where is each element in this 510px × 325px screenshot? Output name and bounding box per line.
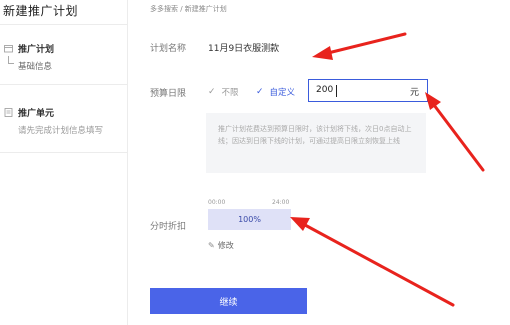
budget-unlimited-option[interactable]: ✓ 不限 bbox=[208, 86, 239, 98]
main-content: 多多搜索 / 新建推广计划 计划名称 11月9日衣服测款 预算日限 ✓ 不限 ✓… bbox=[128, 0, 510, 325]
budget-hint-text: 推广计划花费达到预算日限时，该计划将下线，次日0点自动上线；因达到日限下线的计划… bbox=[218, 125, 412, 145]
budget-input[interactable]: 200 元 bbox=[308, 79, 428, 102]
budget-label: 预算日限 bbox=[150, 89, 187, 99]
divider bbox=[0, 84, 128, 85]
sidebar-item-label: 推广计划 bbox=[18, 45, 55, 55]
budget-unit: 元 bbox=[409, 88, 419, 98]
time-start-label: 00:00 bbox=[208, 199, 226, 206]
continue-button[interactable]: 继续 bbox=[150, 288, 307, 314]
document-icon bbox=[4, 108, 13, 117]
budget-input-value: 200 bbox=[316, 85, 334, 95]
edit-label: 修改 bbox=[217, 241, 234, 250]
budget-custom-option[interactable]: ✓ 自定义 bbox=[256, 86, 295, 98]
divider bbox=[0, 152, 128, 153]
plan-name-label: 计划名称 bbox=[150, 44, 187, 54]
sidebar-item-hint: 请先完成计划信息填写 bbox=[18, 126, 104, 136]
text-cursor bbox=[336, 85, 337, 97]
divider bbox=[0, 24, 128, 25]
check-icon: ✓ bbox=[208, 87, 216, 97]
edit-timeslot-link[interactable]: ✎ 修改 bbox=[208, 240, 234, 251]
time-end-label: 24:00 bbox=[272, 199, 290, 206]
tree-connector bbox=[8, 56, 14, 64]
plan-name-field[interactable]: 11月9日衣服测款 bbox=[208, 41, 279, 54]
budget-custom-label: 自定义 bbox=[269, 88, 296, 98]
folder-icon bbox=[4, 45, 13, 53]
sidebar-title: 新建推广计划 bbox=[3, 4, 79, 18]
sidebar: 新建推广计划 推广计划 基础信息 推广单元 请先完成计划信息填写 bbox=[0, 0, 128, 325]
edit-icon: ✎ bbox=[208, 241, 215, 250]
timeslot-discount-bar[interactable]: 100% bbox=[208, 209, 291, 230]
budget-unlimited-label: 不限 bbox=[221, 88, 239, 98]
budget-hint-box: 推广计划花费达到预算日限时，该计划将下线，次日0点自动上线；因达到日限下线的计划… bbox=[206, 113, 426, 173]
sidebar-item-label: 推广单元 bbox=[18, 109, 55, 119]
sidebar-subitem-basic-info[interactable]: 基础信息 bbox=[18, 60, 52, 72]
check-icon: ✓ bbox=[256, 87, 264, 97]
breadcrumb[interactable]: 多多搜索 / 新建推广计划 bbox=[150, 4, 227, 14]
timeslot-discount-label: 分时折扣 bbox=[150, 222, 187, 232]
